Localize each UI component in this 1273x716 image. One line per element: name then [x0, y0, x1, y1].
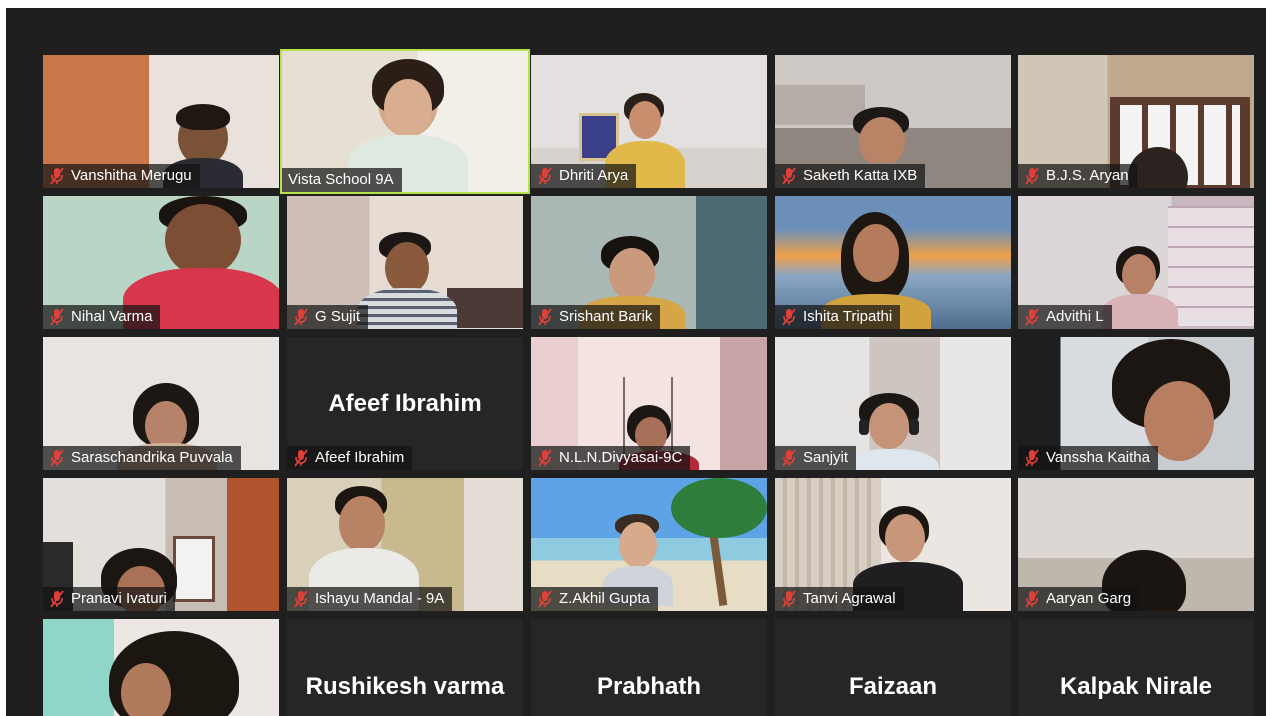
participant-nameplate: Ishita Tripathi	[775, 305, 901, 329]
participant-name: Tanvi Agrawal	[803, 590, 896, 607]
muted-microphone-icon	[1025, 590, 1039, 608]
participant-name: Z.Akhil Gupta	[559, 590, 650, 607]
muted-microphone-icon	[1025, 449, 1039, 467]
participant-name: G Sujit	[315, 308, 361, 325]
participant-tile[interactable]: Afeef Ibrahim Afeef Ibrahim	[287, 337, 523, 470]
participant-tile[interactable]: B.J.S. Aryan	[1018, 55, 1254, 188]
participant-nameplate: Saketh Katta IXB	[775, 164, 926, 188]
participant-tile[interactable]: Sanjyit	[775, 337, 1011, 470]
muted-microphone-icon	[538, 308, 552, 326]
participant-nameplate: Tanvi Agrawal	[775, 587, 904, 611]
participant-nameplate: G Sujit	[287, 305, 369, 329]
participant-display-name: Prabhath	[596, 673, 701, 700]
participant-nameplate: B.J.S. Aryan	[1018, 164, 1137, 188]
participant-tile[interactable]: Ishita Tripathi	[775, 196, 1011, 329]
participant-tile[interactable]: Vanshitha Merugu	[43, 55, 279, 188]
participant-nameplate: Saraschandrika Puvvala	[43, 446, 241, 470]
participant-name: Afeef Ibrahim	[315, 449, 405, 466]
participant-name: B.J.S. Aryan	[1046, 167, 1129, 184]
video-feed	[43, 619, 279, 716]
participant-name: Dhriti Arya	[559, 167, 629, 184]
muted-microphone-icon	[50, 167, 64, 185]
participant-tile[interactable]: Rushikesh varma	[287, 619, 523, 716]
participant-tile-active-speaker[interactable]: Vista School 9A	[280, 49, 530, 194]
participant-tile[interactable]: Saraschandrika Puvvala	[43, 337, 279, 470]
participant-nameplate: Afeef Ibrahim	[287, 446, 413, 470]
participant-display-name: Rushikesh varma	[305, 673, 505, 700]
muted-microphone-icon	[50, 308, 64, 326]
muted-microphone-icon	[1025, 167, 1039, 185]
participant-name: Vanssha Kaitha	[1046, 449, 1150, 466]
participant-name: Vanshitha Merugu	[71, 167, 192, 184]
participant-tile[interactable]: Srishant Barik	[531, 196, 767, 329]
participant-name: Ishayu Mandal - 9A	[315, 590, 445, 607]
participant-tile[interactable]: Ishayu Mandal - 9A	[287, 478, 523, 611]
muted-microphone-icon	[294, 308, 308, 326]
participant-nameplate: Vista School 9A	[282, 168, 402, 192]
participant-tile[interactable]: Advithi L	[1018, 196, 1254, 329]
participant-nameplate: Srishant Barik	[531, 305, 661, 329]
participant-nameplate: Vanshitha Merugu	[43, 164, 200, 188]
participant-nameplate: Dhriti Arya	[531, 164, 637, 188]
participant-name: Saketh Katta IXB	[803, 167, 918, 184]
participant-name: Aaryan Garg	[1046, 590, 1132, 607]
muted-microphone-icon	[782, 590, 796, 608]
participant-nameplate: Vanssha Kaitha	[1018, 446, 1158, 470]
participant-display-name: Faizaan	[848, 673, 938, 700]
participant-tile[interactable]: Dhriti Arya	[531, 55, 767, 188]
participant-display-name: Kalpak Nirale	[1059, 673, 1213, 700]
muted-microphone-icon	[538, 590, 552, 608]
participant-nameplate: Nihal Varma	[43, 305, 161, 329]
participant-tile[interactable]: Kalpak Nirale	[1018, 619, 1254, 716]
gallery-view: Vanshitha Merugu Vista School 9A Dhriti …	[6, 8, 1266, 716]
participant-tile[interactable]: Prabhath	[531, 619, 767, 716]
participant-tile[interactable]: Tanvi Agrawal	[775, 478, 1011, 611]
participant-nameplate: Aaryan Garg	[1018, 587, 1140, 611]
muted-microphone-icon	[782, 167, 796, 185]
participant-name: Ishita Tripathi	[803, 308, 893, 325]
participant-nameplate: Sanjyit	[775, 446, 857, 470]
participant-tile[interactable]: Aaryan Garg	[1018, 478, 1254, 611]
participant-tile[interactable]	[43, 619, 279, 716]
muted-microphone-icon	[50, 590, 64, 608]
muted-microphone-icon	[782, 308, 796, 326]
muted-microphone-icon	[782, 449, 796, 467]
participant-name: Pranavi Ivaturi	[71, 590, 167, 607]
participant-tile[interactable]: Nihal Varma	[43, 196, 279, 329]
participant-name: Nihal Varma	[71, 308, 153, 325]
participant-name: N.L.N.Divyasai-9C	[559, 449, 683, 466]
participant-name: Advithi L	[1046, 308, 1104, 325]
participant-tile[interactable]: G Sujit	[287, 196, 523, 329]
participant-nameplate: Ishayu Mandal - 9A	[287, 587, 453, 611]
participant-name: Saraschandrika Puvvala	[71, 449, 233, 466]
participant-name: Srishant Barik	[559, 308, 653, 325]
muted-microphone-icon	[538, 449, 552, 467]
participant-tile[interactable]: Z.Akhil Gupta	[531, 478, 767, 611]
participant-nameplate: Advithi L	[1018, 305, 1112, 329]
muted-microphone-icon	[50, 449, 64, 467]
participant-tile[interactable]: N.L.N.Divyasai-9C	[531, 337, 767, 470]
participant-tile[interactable]: Faizaan	[775, 619, 1011, 716]
participant-tile[interactable]: Pranavi Ivaturi	[43, 478, 279, 611]
participant-nameplate: Pranavi Ivaturi	[43, 587, 175, 611]
muted-microphone-icon	[1025, 308, 1039, 326]
participant-name: Sanjyit	[803, 449, 849, 466]
participant-tile[interactable]: Vanssha Kaitha	[1018, 337, 1254, 470]
participant-display-name: Afeef Ibrahim	[328, 389, 482, 417]
muted-microphone-icon	[294, 449, 308, 467]
participant-nameplate: N.L.N.Divyasai-9C	[531, 446, 691, 470]
participant-tile[interactable]: Saketh Katta IXB	[775, 55, 1011, 188]
muted-microphone-icon	[294, 590, 308, 608]
muted-microphone-icon	[538, 167, 552, 185]
participant-nameplate: Z.Akhil Gupta	[531, 587, 658, 611]
participant-name: Vista School 9A	[288, 171, 394, 188]
